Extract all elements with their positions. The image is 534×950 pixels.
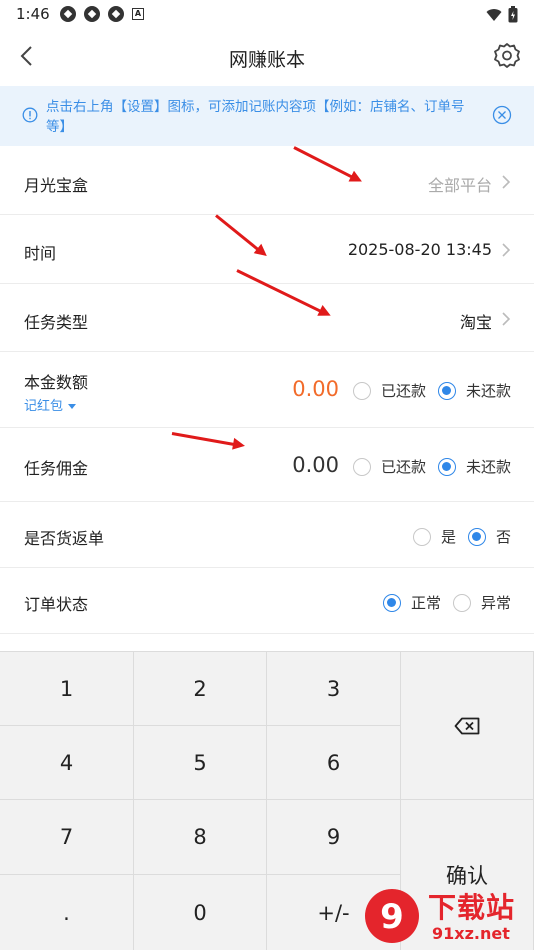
radio-label: 未还款 bbox=[465, 458, 511, 476]
commission-label: 任务佣金 bbox=[24, 459, 89, 478]
a-icon: A bbox=[132, 8, 144, 20]
notification-icon bbox=[60, 6, 76, 22]
key-3[interactable]: 3 bbox=[267, 652, 401, 726]
key-4[interactable]: 4 bbox=[0, 726, 134, 800]
radio-label: 异常 bbox=[480, 594, 511, 612]
radio-label: 已还款 bbox=[380, 382, 426, 400]
gear-icon[interactable] bbox=[492, 41, 522, 71]
chevron-right-icon bbox=[502, 243, 511, 257]
order-status-row: 订单状态 正常 异常 bbox=[0, 569, 534, 634]
commission-repay-radio-group: 已还款 未还款 bbox=[341, 456, 511, 477]
principal-repay-radio-group: 已还款 未还款 bbox=[341, 380, 511, 401]
platform-label: 月光宝盒 bbox=[24, 176, 89, 195]
battery-icon bbox=[508, 6, 518, 23]
order-status-label: 订单状态 bbox=[24, 595, 89, 614]
key-0[interactable]: 0 bbox=[134, 875, 267, 950]
logo-glyph: 9 bbox=[380, 897, 404, 937]
task-type-label: 任务类型 bbox=[24, 313, 89, 332]
caret-down-icon bbox=[68, 404, 77, 409]
radio-button[interactable] bbox=[452, 593, 471, 612]
platform-value: 全部平台 bbox=[427, 176, 492, 195]
radio-button[interactable] bbox=[412, 527, 431, 546]
status-system-icons bbox=[486, 6, 518, 23]
order-status-radio-group: 正常 异常 bbox=[371, 592, 511, 613]
key-8[interactable]: 8 bbox=[134, 800, 267, 875]
watermark-url: 91xz.net bbox=[432, 924, 510, 943]
order-status-abnormal-option[interactable]: 异常 bbox=[452, 592, 511, 613]
time-label: 时间 bbox=[24, 244, 57, 263]
commission-amount[interactable]: 0.00 bbox=[292, 453, 339, 477]
radio-label: 未还款 bbox=[465, 382, 511, 400]
return-goods-no-option[interactable]: 否 bbox=[467, 526, 511, 547]
backspace-icon bbox=[454, 717, 480, 734]
key-1[interactable]: 1 bbox=[0, 652, 134, 726]
close-icon[interactable] bbox=[492, 105, 512, 125]
return-goods-label: 是否货返单 bbox=[24, 529, 105, 548]
key-6[interactable]: 6 bbox=[267, 726, 401, 800]
watermark: 9 下载站 91xz.net bbox=[362, 884, 534, 950]
notification-icon bbox=[108, 6, 124, 22]
chevron-right-icon bbox=[502, 312, 511, 326]
backspace-key[interactable] bbox=[401, 652, 534, 800]
time-value: 2025-08-20 13:45 bbox=[347, 240, 492, 259]
radio-label: 正常 bbox=[410, 594, 441, 612]
status-bar: 1:46 A bbox=[0, 0, 534, 28]
principal-amount[interactable]: 0.00 bbox=[292, 377, 339, 401]
return-goods-radio-group: 是 否 bbox=[401, 526, 511, 547]
key-9[interactable]: 9 bbox=[267, 800, 401, 875]
radio-button-selected[interactable] bbox=[467, 527, 486, 546]
principal-label: 本金数额 bbox=[24, 373, 89, 392]
task-type-row[interactable]: 任务类型 淘宝 bbox=[0, 285, 534, 352]
order-status-normal-option[interactable]: 正常 bbox=[382, 592, 441, 613]
radio-button-selected[interactable] bbox=[437, 381, 456, 400]
wifi-icon bbox=[486, 8, 502, 21]
red-packet-link[interactable]: 记红包 bbox=[24, 395, 77, 414]
site-logo-icon: 9 bbox=[365, 889, 419, 943]
status-notification-icons: A bbox=[60, 6, 144, 22]
commission-row: 任务佣金 0.00 已还款 未还款 bbox=[0, 429, 534, 502]
key-2[interactable]: 2 bbox=[134, 652, 267, 726]
commission-repaid-option[interactable]: 已还款 bbox=[352, 456, 426, 477]
commission-unpaid-option[interactable]: 未还款 bbox=[437, 456, 511, 477]
radio-button[interactable] bbox=[352, 457, 371, 476]
status-time: 1:46 bbox=[16, 5, 50, 23]
info-icon bbox=[22, 107, 38, 123]
key-5[interactable]: 5 bbox=[134, 726, 267, 800]
radio-label: 是 bbox=[440, 528, 456, 546]
principal-repaid-option[interactable]: 已还款 bbox=[352, 380, 426, 401]
red-packet-link-text: 记红包 bbox=[24, 399, 64, 414]
radio-button[interactable] bbox=[352, 381, 371, 400]
app-header: 网赚账本 bbox=[0, 28, 534, 84]
platform-row[interactable]: 月光宝盒 全部平台 bbox=[0, 148, 534, 215]
radio-label: 已还款 bbox=[380, 458, 426, 476]
radio-button-selected[interactable] bbox=[382, 593, 401, 612]
key-dot[interactable]: . bbox=[0, 875, 134, 950]
page-title: 网赚账本 bbox=[228, 49, 305, 71]
return-goods-yes-option[interactable]: 是 bbox=[412, 526, 456, 547]
tip-text: 点击右上角【设置】图标，可添加记账内容项【例如：店铺名、订单号等】 bbox=[46, 99, 465, 135]
tip-banner: 点击右上角【设置】图标，可添加记账内容项【例如：店铺名、订单号等】 bbox=[0, 86, 534, 146]
notification-icon bbox=[84, 6, 100, 22]
return-goods-row: 是否货返单 是 否 bbox=[0, 503, 534, 568]
task-type-value: 淘宝 bbox=[459, 313, 492, 332]
chevron-right-icon bbox=[502, 175, 511, 189]
watermark-text: 下载站 bbox=[428, 891, 516, 924]
radio-button-selected[interactable] bbox=[437, 457, 456, 476]
principal-row: 本金数额 记红包 0.00 已还款 未还款 bbox=[0, 353, 534, 428]
principal-unpaid-option[interactable]: 未还款 bbox=[437, 380, 511, 401]
key-7[interactable]: 7 bbox=[0, 800, 134, 875]
radio-label: 否 bbox=[495, 528, 511, 546]
